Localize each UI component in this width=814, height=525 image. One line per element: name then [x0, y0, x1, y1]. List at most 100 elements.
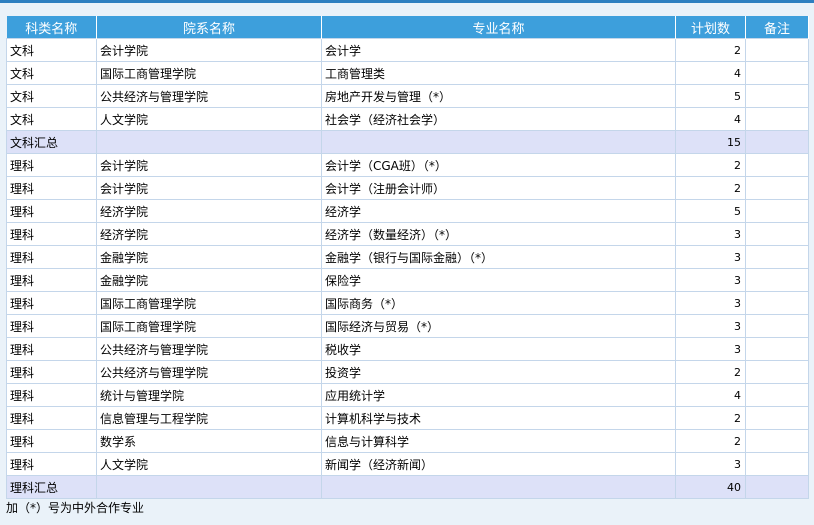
- cell-major: 经济学（数量经济）（*）: [321, 222, 676, 246]
- enrollment-plan-table: 科类名称 院系名称 专业名称 计划数 备注 文科 会计学院 会计学 2 文科 国际工商管理…: [6, 16, 809, 499]
- footnote: 加（*）号为中外合作专业: [6, 501, 145, 515]
- cell-remarks: [745, 176, 809, 200]
- cell-category: 文科: [6, 107, 97, 131]
- cell-college: 金融学院: [96, 268, 322, 292]
- table-row: 文科 公共经济与管理学院 房地产开发与管理（*） 5: [6, 84, 809, 108]
- cell-major: 工商管理类: [321, 61, 676, 85]
- cell-major: 投资学: [321, 360, 676, 384]
- cell-remarks: [745, 153, 809, 177]
- cell-college: 信息管理与工程学院: [96, 406, 322, 430]
- header-remarks: 备注: [745, 16, 809, 39]
- cell-college: 公共经济与管理学院: [96, 84, 322, 108]
- cell-major: 保险学: [321, 268, 676, 292]
- cell-major: 计算机科学与技术: [321, 406, 676, 430]
- cell-remarks: [745, 291, 809, 315]
- top-accent-bar: [0, 0, 814, 3]
- cell-college: 国际工商管理学院: [96, 291, 322, 315]
- cell-category: 理科: [6, 222, 97, 246]
- cell-plan-count: 4: [675, 61, 746, 85]
- cell-category: 理科: [6, 245, 97, 269]
- cell-plan-count: 3: [675, 268, 746, 292]
- table-row: 理科 统计与管理学院 应用统计学 4: [6, 383, 809, 407]
- cell-category: 文科汇总: [6, 130, 97, 154]
- cell-plan-count: 2: [675, 360, 746, 384]
- cell-remarks: [745, 38, 809, 62]
- cell-college: 金融学院: [96, 245, 322, 269]
- header-major: 专业名称: [321, 16, 676, 39]
- cell-major: 经济学: [321, 199, 676, 223]
- cell-college: 数学系: [96, 429, 322, 453]
- cell-plan-count: 2: [675, 153, 746, 177]
- cell-remarks: [745, 268, 809, 292]
- cell-plan-count: 5: [675, 199, 746, 223]
- cell-category: 理科: [6, 406, 97, 430]
- cell-major: [321, 475, 676, 499]
- cell-plan-count: 2: [675, 429, 746, 453]
- cell-category: 理科: [6, 176, 97, 200]
- cell-plan-count: 3: [675, 337, 746, 361]
- cell-plan-count: 5: [675, 84, 746, 108]
- cell-college: 经济学院: [96, 222, 322, 246]
- cell-category: 理科: [6, 337, 97, 361]
- cell-remarks: [745, 429, 809, 453]
- cell-category: 理科: [6, 452, 97, 476]
- cell-major: 会计学: [321, 38, 676, 62]
- summary-row: 文科汇总 15: [6, 130, 809, 154]
- table-row: 理科 会计学院 会计学（CGA班）（*） 2: [6, 153, 809, 177]
- cell-major: 会计学（注册会计师）: [321, 176, 676, 200]
- cell-category: 理科: [6, 314, 97, 338]
- table-row: 理科 经济学院 经济学（数量经济）（*） 3: [6, 222, 809, 246]
- cell-major: 会计学（CGA班）（*）: [321, 153, 676, 177]
- table-row: 理科 国际工商管理学院 国际经济与贸易（*） 3: [6, 314, 809, 338]
- header-category: 科类名称: [6, 16, 97, 39]
- cell-major: 信息与计算科学: [321, 429, 676, 453]
- cell-major: 房地产开发与管理（*）: [321, 84, 676, 108]
- table-row: 理科 人文学院 新闻学（经济新闻） 3: [6, 452, 809, 476]
- cell-remarks: [745, 199, 809, 223]
- cell-plan-count: 3: [675, 314, 746, 338]
- cell-college: 国际工商管理学院: [96, 314, 322, 338]
- table-row: 理科 信息管理与工程学院 计算机科学与技术 2: [6, 406, 809, 430]
- cell-plan-count: 2: [675, 406, 746, 430]
- cell-college: 人文学院: [96, 452, 322, 476]
- cell-college: 人文学院: [96, 107, 322, 131]
- cell-plan-count: 4: [675, 383, 746, 407]
- table-row: 理科 公共经济与管理学院 投资学 2: [6, 360, 809, 384]
- summary-row: 理科汇总 40: [6, 475, 809, 499]
- cell-category: 理科: [6, 429, 97, 453]
- cell-plan-count: 3: [675, 291, 746, 315]
- table-row: 理科 数学系 信息与计算科学 2: [6, 429, 809, 453]
- cell-category: 理科: [6, 268, 97, 292]
- table-row: 文科 国际工商管理学院 工商管理类 4: [6, 61, 809, 85]
- cell-plan-count: 2: [675, 176, 746, 200]
- cell-category: 理科汇总: [6, 475, 97, 499]
- cell-category: 理科: [6, 199, 97, 223]
- cell-major: 新闻学（经济新闻）: [321, 452, 676, 476]
- cell-remarks: [745, 475, 809, 499]
- table-body: 文科 会计学院 会计学 2 文科 国际工商管理学院 工商管理类 4 文科 公共经济与管理学院 房地产…: [6, 38, 809, 499]
- cell-category: 理科: [6, 153, 97, 177]
- cell-category: 文科: [6, 61, 97, 85]
- cell-college: 会计学院: [96, 176, 322, 200]
- table-row: 理科 金融学院 保险学 3: [6, 268, 809, 292]
- cell-college: 国际工商管理学院: [96, 61, 322, 85]
- table-row: 理科 经济学院 经济学 5: [6, 199, 809, 223]
- cell-college: 公共经济与管理学院: [96, 337, 322, 361]
- header-college: 院系名称: [96, 16, 322, 39]
- cell-plan-count: 40: [675, 475, 746, 499]
- cell-major: [321, 130, 676, 154]
- cell-college: 经济学院: [96, 199, 322, 223]
- cell-remarks: [745, 61, 809, 85]
- cell-major: 国际商务（*）: [321, 291, 676, 315]
- cell-plan-count: 15: [675, 130, 746, 154]
- cell-category: 文科: [6, 38, 97, 62]
- cell-remarks: [745, 314, 809, 338]
- cell-plan-count: 3: [675, 222, 746, 246]
- cell-remarks: [745, 383, 809, 407]
- cell-category: 理科: [6, 383, 97, 407]
- cell-remarks: [745, 130, 809, 154]
- table-row: 文科 人文学院 社会学（经济社会学） 4: [6, 107, 809, 131]
- cell-major: 社会学（经济社会学）: [321, 107, 676, 131]
- header-plan-count: 计划数: [675, 16, 746, 39]
- cell-major: 应用统计学: [321, 383, 676, 407]
